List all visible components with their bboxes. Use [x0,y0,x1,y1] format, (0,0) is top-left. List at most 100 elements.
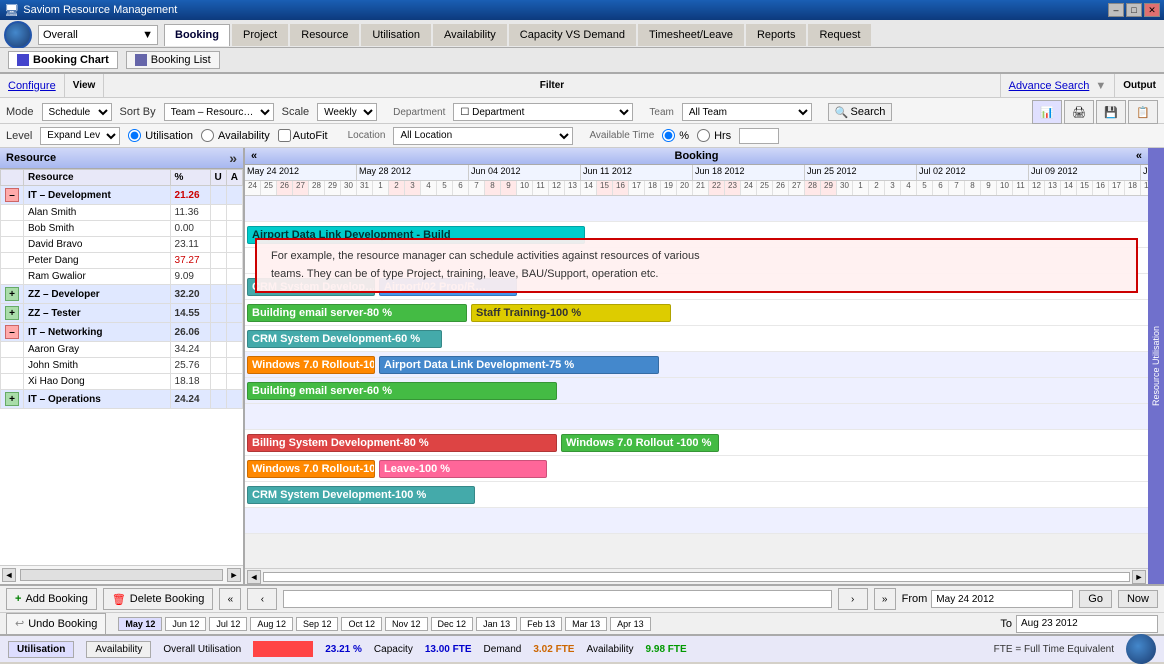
bar-staff-training[interactable]: Staff Training-100 % [471,304,671,322]
autofit-checkbox-group[interactable]: AutoFit [278,129,328,142]
group-zz-dev-expand[interactable]: + [5,287,19,301]
day-1: 1 [373,181,389,195]
month-oct12[interactable]: Oct 12 [341,617,382,631]
from-date-input[interactable] [931,590,1073,608]
month-may12[interactable]: May 12 [118,617,162,631]
add-icon: + [15,593,21,605]
bar-crm-100[interactable]: CRM System Development-100 % [247,486,475,504]
app-title: Saviom Resource Management [23,4,177,16]
maximize-button[interactable]: □ [1126,3,1142,17]
sort-select[interactable]: Team – Resourc… [164,103,274,121]
output-btn-1[interactable]: 📊 [1032,100,1062,124]
configure-link[interactable]: Configure [8,80,56,92]
bar-win-100[interactable]: Windows 7.0 Rollout -100 % [561,434,719,452]
tab-booking[interactable]: Booking [164,24,230,46]
add-booking-button[interactable]: + Add Booking [6,588,97,610]
tab-resource[interactable]: Resource [290,24,359,46]
month-apr13[interactable]: Apr 13 [610,617,651,631]
month-nov12[interactable]: Nov 12 [385,617,428,631]
month-feb13[interactable]: Feb 13 [520,617,562,631]
output-btn-4[interactable]: 📋 [1128,100,1158,124]
hrs-input[interactable] [739,128,779,144]
mode-select[interactable]: Schedule [42,103,112,121]
gantt-scrollbar[interactable] [263,572,1130,582]
output-btn-3[interactable]: 💾 [1096,100,1126,124]
resource-scrollbar[interactable] [20,569,223,581]
delete-booking-button[interactable]: 🗑 Delete Booking [103,588,214,610]
resource-collapse-button[interactable]: » [229,150,237,166]
avail-tab[interactable]: Availability [86,641,151,658]
nav-next[interactable]: › [838,588,868,610]
avail-label: Availability [586,644,633,655]
resource-scroll-right[interactable]: ► [227,568,241,582]
booking-panel: « Booking « May 24 2012 May 28 2012 Jun … [245,148,1148,584]
bar-airport-75[interactable]: Airport Data Link Development-75 % [379,356,659,374]
day-2: 2 [389,181,405,195]
autofit-checkbox[interactable] [278,129,291,142]
pct-radio[interactable] [662,129,675,142]
tab-utilisation[interactable]: Utilisation [361,24,431,46]
group-it-net-collapse[interactable]: – [5,325,19,339]
tab-request[interactable]: Request [808,24,871,46]
level-select[interactable]: Expand Lev… [40,127,120,145]
tab-capacity[interactable]: Capacity VS Demand [509,24,636,46]
undo-booking-button[interactable]: ↩ Undo Booking [6,613,106,635]
hrs-radio[interactable] [697,129,710,142]
booking-list-tab[interactable]: Booking List [126,51,220,69]
to-date-input[interactable] [1016,615,1158,633]
group-zz-tester-expand[interactable]: + [5,306,19,320]
month-dec12[interactable]: Dec 12 [431,617,474,631]
bar-billing-80[interactable]: Billing System Development-80 % [247,434,557,452]
capacity-label: Capacity [374,644,413,655]
util-tab[interactable]: Utilisation [8,641,74,658]
nav-prev-prev[interactable]: « [219,588,241,610]
gantt-scroll-left[interactable]: ◄ [247,570,261,584]
gantt-scroll-right[interactable]: ► [1132,570,1146,584]
tab-availability[interactable]: Availability [433,24,507,46]
bar-email-60[interactable]: Building email server-60 % [247,382,557,400]
day-25b: 25 [757,181,773,195]
tab-timesheet[interactable]: Timesheet/Leave [638,24,744,46]
overall-dropdown[interactable]: Overall ▼ [38,25,158,45]
advance-search-link[interactable]: Advance Search [1009,80,1090,92]
month-jan13[interactable]: Jan 13 [476,617,517,631]
search-button[interactable]: 🔍 Search [828,103,893,121]
overlay-text-2: teams. They can be of type Project, trai… [271,266,1122,284]
nav-next-next[interactable]: » [874,588,896,610]
week-9: Jul 16 2012 [1141,165,1148,180]
bar-email-80[interactable]: Building email server-80 % [247,304,467,322]
bar-crm-60[interactable]: CRM System Development-60 % [247,330,442,348]
nav-prev[interactable]: ‹ [247,588,277,610]
bar-win-rollout-10[interactable]: Windows 7.0 Rollout-10… [247,356,375,374]
group-it-dev-collapse[interactable]: – [5,188,19,202]
day-9b: 9 [981,181,997,195]
location-select[interactable]: All Location [393,127,573,145]
utilisation-radio[interactable]: Utilisation [128,129,193,142]
close-button[interactable]: ✕ [1144,3,1160,17]
month-aug12[interactable]: Aug 12 [250,617,293,631]
department-select[interactable]: ☐ Department [453,103,633,121]
day-14b: 14 [1061,181,1077,195]
month-mar13[interactable]: Mar 13 [565,617,607,631]
availability-radio[interactable]: Availability [201,129,270,142]
go-button[interactable]: Go [1079,590,1112,608]
now-button[interactable]: Now [1118,590,1158,608]
bar-win-rollout-js[interactable]: Windows 7.0 Rollout-10… [247,460,375,478]
booking-expand-left[interactable]: « [251,150,257,162]
month-jun12[interactable]: Jun 12 [165,617,206,631]
scale-select[interactable]: Weekly [317,103,377,121]
month-sep12[interactable]: Sep 12 [296,617,339,631]
booking-expand-right[interactable]: « [1136,150,1142,162]
bar-leave-100[interactable]: Leave-100 % [379,460,547,478]
resource-panel: Resource » Resource % U A [0,148,245,584]
booking-chart-tab[interactable]: Booking Chart [8,51,118,69]
team-select[interactable]: All Team [682,103,812,121]
output-btn-2[interactable]: 🖨 [1064,100,1094,124]
tab-reports[interactable]: Reports [746,24,807,46]
timeline-nav-scrollbar[interactable] [283,590,831,608]
month-jul12[interactable]: Jul 12 [209,617,247,631]
group-it-ops-expand[interactable]: + [5,392,19,406]
tab-project[interactable]: Project [232,24,288,46]
resource-scroll-left[interactable]: ◄ [2,568,16,582]
minimize-button[interactable]: – [1108,3,1124,17]
